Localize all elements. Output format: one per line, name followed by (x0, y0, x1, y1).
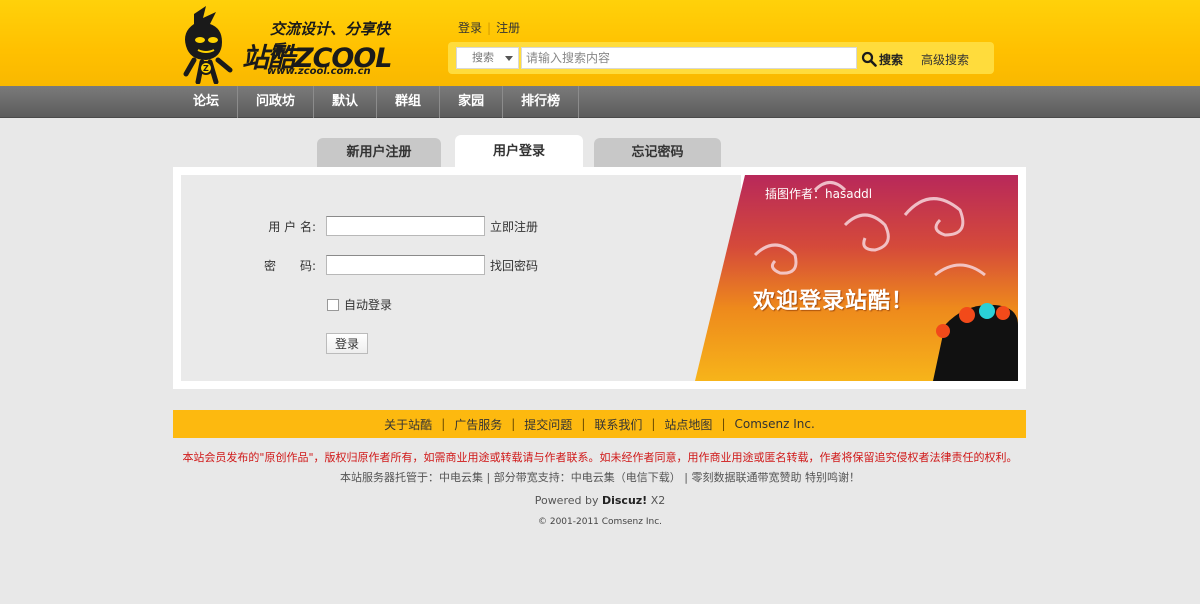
login-submit-button[interactable]: 登录 (326, 333, 368, 354)
nav-items: 论坛 问政坊 默认 群组 家园 排行榜 (175, 86, 580, 118)
footer-divider: | (441, 417, 446, 431)
footer-divider: | (511, 417, 516, 431)
password-row: 密 码: 找回密码 (173, 255, 538, 275)
search-button[interactable]: 搜索 (861, 50, 903, 68)
footer-link-about[interactable]: 关于站酷 (384, 416, 432, 433)
mascot-icon: Z (183, 6, 233, 85)
register-now-link[interactable]: 立即注册 (490, 218, 538, 235)
nav-item-default[interactable]: 默认 (314, 86, 378, 118)
nav-item-groups[interactable]: 群组 (377, 86, 441, 118)
powered-brand-link[interactable]: Discuz! (602, 494, 647, 507)
username-label: 用 户 名: (268, 219, 316, 234)
powered-version: X2 (650, 494, 666, 507)
zcool-logo[interactable]: Z 交流设计、分享快乐 站酷ZCOOL www.zcool.com.cn (172, 4, 394, 85)
nav-item-ranking[interactable]: 排行榜 (503, 86, 580, 118)
link-divider: | (487, 21, 492, 35)
register-link[interactable]: 注册 (496, 21, 520, 35)
tab-forgot-password[interactable]: 忘记密码 (594, 138, 721, 168)
search-button-label: 搜索 (879, 52, 904, 67)
footer-divider: | (581, 417, 586, 431)
search-icon (861, 51, 877, 67)
footer-link-ads[interactable]: 广告服务 (454, 416, 502, 433)
tab-register[interactable]: 新用户注册 (317, 138, 441, 168)
footer-link-comsenz[interactable]: Comsenz Inc. (734, 417, 814, 431)
password-label: 密 码: (263, 258, 316, 273)
logo-url: www.zcool.com.cn (267, 66, 371, 77)
username-row: 用 户 名: 立即注册 (173, 216, 538, 236)
login-link[interactable]: 登录 (458, 21, 482, 35)
welcome-banner (695, 175, 1018, 381)
search-input[interactable] (521, 47, 857, 69)
search-bar: 搜索 搜索 高级搜索 (448, 42, 994, 74)
banner-illustration (695, 175, 1018, 381)
banner-credit: 插图作者：hasaddl (765, 187, 873, 201)
footer-link-contact[interactable]: 联系我们 (594, 416, 642, 433)
nav-item-wenzhengfang[interactable]: 问政坊 (238, 86, 315, 118)
powered-prefix: Powered by (534, 494, 599, 507)
search-scope-label: 搜索 (472, 51, 494, 64)
nav-item-forum[interactable]: 论坛 (175, 86, 239, 118)
caret-down-icon (505, 56, 513, 61)
auto-login-label: 自动登录 (344, 298, 393, 312)
footer-divider: | (721, 417, 726, 431)
footer-links: 关于站酷 | 广告服务 | 提交问题 | 联系我们 | 站点地图 | Comsenz In… (173, 410, 1026, 438)
search-scope-select[interactable]: 搜索 (456, 47, 519, 69)
username-field[interactable] (326, 216, 485, 236)
auto-login-checkbox[interactable] (327, 298, 339, 311)
main-nav: 论坛 问政坊 默认 群组 家园 排行榜 (0, 86, 1200, 118)
tab-login[interactable]: 用户登录 (455, 135, 583, 168)
recover-password-link[interactable]: 找回密码 (490, 257, 538, 274)
copyright-notice: 本站会员发布的"原创作品"，版权归原作者所有，如需商业用途或转载请与作者联系。如… (182, 451, 1018, 464)
nav-item-home[interactable]: 家园 (440, 86, 504, 118)
advanced-search-link[interactable]: 高级搜索 (921, 51, 969, 68)
login-form (181, 175, 741, 381)
powered-by: Powered by Discuz! X2 (0, 494, 1200, 507)
banner-title: 欢迎登录站酷！ (753, 289, 915, 314)
footer-divider: | (651, 417, 656, 431)
svg-text:Z: Z (203, 64, 209, 73)
hosting-credits: 本站服务器托管于：中电云集 | 部分带宽支持：中电云集（电信下载） | 零刻数据… (340, 471, 860, 484)
password-field[interactable] (326, 255, 485, 275)
auto-login-row: 自动登录 (327, 296, 392, 313)
footer-link-sitemap[interactable]: 站点地图 (664, 416, 712, 433)
copyright-line: © 2001-2011 Comsenz Inc. (537, 517, 663, 527)
submit-row: 登录 (326, 333, 368, 354)
site-header: Z 交流设计、分享快乐 站酷ZCOOL www.zcool.com.cn 登录 |… (0, 0, 1200, 86)
top-links: 登录 | 注册 (458, 19, 520, 36)
login-panel: 插图作者：hasaddl 欢迎登录站酷！ 用 户 名: 立即注册 密 码: 找回… (173, 167, 1026, 389)
footer-link-feedback[interactable]: 提交问题 (524, 416, 572, 433)
